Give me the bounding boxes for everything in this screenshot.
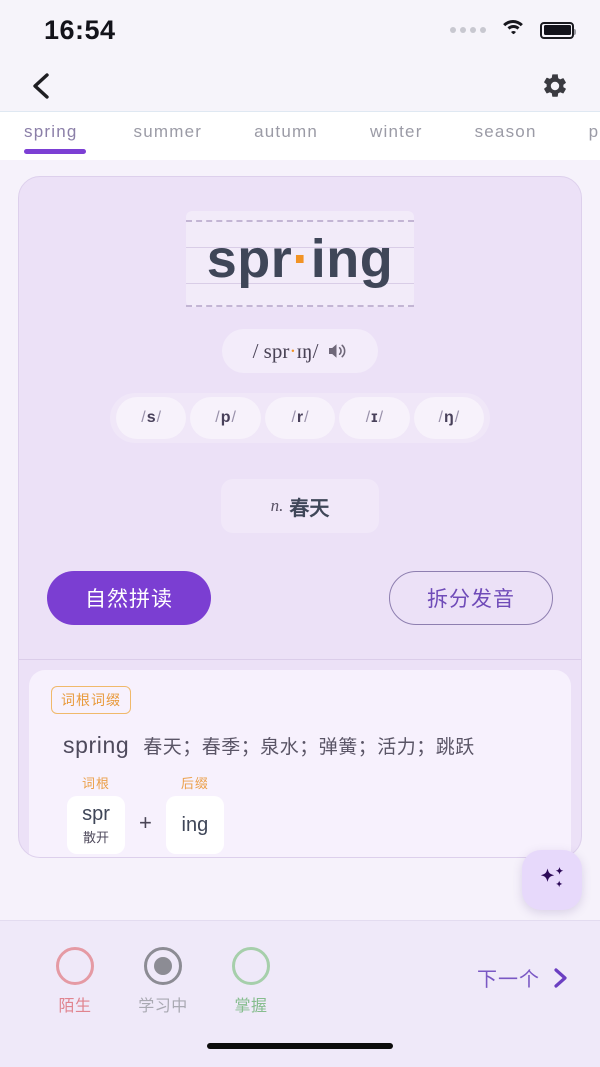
root-affix-panel: 词根词缀 spring 春天；春季；泉水；弹簧；活力；跳跃 词根 spr 散开 … — [29, 670, 571, 857]
phoneme-close: / — [378, 409, 384, 426]
chevron-left-icon — [33, 72, 49, 99]
syllable-dot: · — [292, 229, 311, 289]
ai-assistant-button[interactable] — [522, 850, 582, 910]
status-unfamiliar[interactable]: 陌生 — [46, 947, 104, 1016]
chevron-right-icon — [554, 967, 567, 988]
nav-bar — [0, 60, 600, 112]
app-screen: 16:54 spring summer autumn winter season… — [0, 0, 600, 1067]
split-pronunciation-button[interactable]: 拆分发音 — [389, 571, 553, 625]
card-divider — [19, 659, 581, 660]
word-part-after: ing — [310, 229, 394, 289]
phonics-button[interactable]: 自然拼读 — [47, 571, 211, 625]
bottom-bar: 陌生 学习中 掌握 下一个 — [0, 920, 600, 1067]
phoneme-symbol: r — [296, 409, 304, 426]
word-display: spr·ing — [186, 232, 414, 286]
tab-next-partial[interactable]: p — [563, 112, 600, 160]
status-label: 掌握 — [234, 998, 268, 1015]
morpheme-text: spr — [82, 803, 110, 825]
tab-label: p — [588, 121, 600, 141]
circle-outline-icon — [56, 947, 94, 985]
status-time: 16:54 — [44, 14, 116, 45]
tab-label: spring — [24, 121, 78, 141]
gloss-word: spring — [63, 732, 130, 758]
plus-operator: + — [139, 810, 152, 835]
word-writing-block: spr·ing — [186, 211, 414, 307]
phonetic-open: / — [252, 338, 264, 363]
word-card: spr·ing / spr·ɪŋ/ / s / / p / / r / / ɪ / — [18, 176, 582, 858]
morpheme-label: 词根 — [81, 776, 110, 791]
learning-status-group: 陌生 学习中 掌握 — [46, 947, 280, 1016]
gear-icon — [544, 73, 566, 97]
phoneme-close: / — [156, 409, 162, 426]
word-card-top: spr·ing / spr·ɪŋ/ / s / / p / / r / / ɪ / — [19, 177, 581, 660]
gloss-meaning: 春天；春季；泉水；弹簧；活力；跳跃 — [143, 737, 475, 758]
tab-autumn[interactable]: autumn — [228, 112, 344, 160]
phoneme-chip[interactable]: / s / — [116, 397, 187, 439]
action-buttons: 自然拼读 拆分发音 — [19, 571, 581, 625]
definition-block: n. 春天 — [221, 479, 379, 533]
phoneme-chip-row: / s / / p / / r / / ɪ / / ŋ / — [110, 393, 490, 443]
phoneme-symbol: s — [146, 409, 156, 426]
battery-full-icon — [540, 21, 576, 39]
tab-spring[interactable]: spring — [24, 112, 108, 160]
status-bar: 16:54 — [0, 0, 600, 60]
gloss-row: spring 春天；春季；泉水；弹簧；活力；跳跃 — [51, 732, 549, 759]
tab-label: season — [474, 121, 537, 141]
status-learning[interactable]: 学习中 — [134, 947, 192, 1016]
rule-line-bottom — [186, 305, 414, 307]
tab-label: autumn — [254, 121, 319, 141]
phoneme-symbol: p — [220, 409, 231, 426]
morpheme-row: 词根 spr 散开 + 后缀 ing — [51, 773, 549, 854]
circle-filled-icon — [144, 947, 182, 985]
back-button[interactable] — [24, 69, 58, 103]
settings-button[interactable] — [538, 69, 572, 103]
tab-summer[interactable]: summer — [108, 112, 229, 160]
status-label: 学习中 — [138, 998, 188, 1015]
word-tabs[interactable]: spring summer autumn winter season p — [0, 112, 600, 160]
part-of-speech: n. — [270, 496, 284, 515]
morpheme-meaning: 散开 — [82, 830, 109, 845]
phonetic-close: / — [312, 338, 319, 363]
tab-winter[interactable]: winter — [344, 112, 449, 160]
phonetic-pill[interactable]: / spr·ɪŋ/ — [222, 329, 378, 373]
content-area: spr·ing / spr·ɪŋ/ / s / / p / / r / / ɪ / — [0, 160, 600, 920]
phoneme-symbol: ŋ — [443, 409, 454, 426]
next-label: 下一个 — [477, 969, 540, 991]
status-mastered[interactable]: 掌握 — [222, 947, 280, 1016]
morpheme-box: spr 散开 — [67, 796, 125, 854]
wifi-icon — [499, 19, 527, 41]
phoneme-symbol: ɪ — [371, 409, 378, 426]
home-indicator — [207, 1043, 393, 1049]
definition-text: 春天 — [289, 497, 330, 520]
tab-label: winter — [370, 121, 423, 141]
circle-outline-icon — [232, 947, 270, 985]
phonetic-after: ɪŋ — [296, 338, 313, 363]
status-label: 陌生 — [58, 998, 92, 1015]
phoneme-close: / — [304, 409, 309, 426]
morpheme-label: 后缀 — [180, 776, 209, 791]
phonetic-before: spr — [263, 338, 290, 363]
phoneme-close: / — [454, 409, 460, 426]
phoneme-chip[interactable]: / r / — [264, 397, 336, 439]
status-icons — [450, 19, 576, 41]
morpheme-suffix[interactable]: 后缀 ing — [165, 773, 224, 854]
word-part-before: spr — [206, 229, 293, 289]
phoneme-chip[interactable]: / p / — [190, 397, 261, 439]
phoneme-chip[interactable]: / ɪ / — [339, 397, 410, 439]
morpheme-text: ing — [181, 813, 209, 836]
root-affix-badge: 词根词缀 — [51, 686, 131, 714]
morpheme-root[interactable]: 词根 spr 散开 — [67, 773, 125, 854]
speaker-icon[interactable] — [327, 342, 347, 360]
tab-season[interactable]: season — [449, 112, 563, 160]
phoneme-close: / — [231, 409, 236, 426]
morpheme-box: ing — [165, 796, 224, 854]
phoneme-chip[interactable]: / ŋ / — [413, 397, 485, 439]
sparkles-icon — [540, 867, 564, 888]
tab-label: summer — [133, 121, 203, 141]
phonetic-text: / spr·ɪŋ/ — [253, 339, 319, 364]
signal-dots-icon — [450, 27, 486, 33]
rule-line-top — [186, 220, 414, 222]
selected-dot — [154, 957, 172, 975]
next-button[interactable]: 下一个 — [477, 963, 570, 992]
